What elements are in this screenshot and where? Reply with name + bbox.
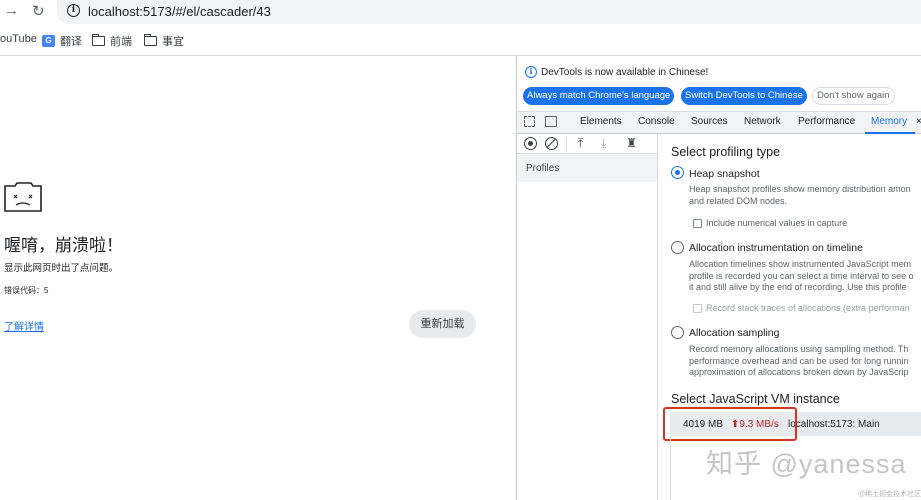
folder-icon [92, 34, 105, 46]
address-bar[interactable]: i localhost:5173/#/el/cascader/43 [57, 0, 921, 24]
record-stack-traces-label[interactable]: Record stack traces of allocations (extr… [706, 303, 910, 313]
heap-snapshot-description: Heap snapshot profiles show memory distr… [689, 184, 911, 206]
google-translate-icon: G [42, 35, 55, 47]
language-infobar: i DevTools is now available in Chinese! … [517, 56, 921, 112]
bookmark-folder-frontend[interactable]: 前端 [92, 33, 132, 49]
tab-network[interactable]: Network [744, 116, 781, 127]
match-language-button[interactable]: Always match Chrome's language [523, 87, 675, 105]
vm-target: localhost:5173: Main [788, 419, 880, 430]
clear-icon[interactable] [545, 137, 558, 150]
reload-button[interactable]: 重新加载 [409, 310, 476, 338]
toolbar-separator [566, 137, 567, 151]
crash-title: 喔唷，崩溃啦！ [4, 236, 123, 255]
site-info-icon[interactable]: i [67, 4, 80, 17]
bookmarks-bar: ouTube G 翻译 前端 事宜 [0, 28, 921, 50]
allocation-sampling-label[interactable]: Allocation sampling [689, 327, 779, 339]
profiles-header[interactable]: Profiles [517, 154, 657, 182]
heap-snapshot-label[interactable]: Heap snapshot [689, 168, 760, 180]
devtools-tabbar: Elements Console Sources Network Perform… [517, 112, 921, 134]
allocation-timeline-label[interactable]: Allocation instrumentation on timeline [689, 242, 863, 254]
crash-page: 喔唷，崩溃啦！ 显示此网页时出了点问题。 错误代码：5 了解详情 重新加载 [0, 56, 516, 500]
learn-more-link[interactable]: 了解详情 [4, 318, 44, 333]
tab-console[interactable]: Console [638, 116, 675, 127]
download-icon[interactable]: ⤓ [597, 137, 610, 150]
profiles-sidebar: Profiles [517, 154, 658, 500]
record-icon[interactable] [524, 137, 537, 150]
switch-chinese-button[interactable]: Switch DevTools to Chinese [681, 87, 807, 105]
bookmark-youtube[interactable]: ouTube [0, 33, 37, 45]
allocation-sampling-description: Record memory allocations using sampling… [689, 344, 909, 377]
radio-allocation-timeline[interactable] [671, 241, 684, 254]
record-stack-traces-checkbox[interactable] [693, 304, 702, 313]
close-panel-icon[interactable]: × [916, 116, 921, 127]
tab-memory[interactable]: Memory [871, 116, 907, 127]
crash-description: 显示此网页时出了点问题。 [4, 263, 119, 274]
reload-icon[interactable]: ↻ [32, 2, 45, 20]
inspect-element-icon[interactable] [524, 116, 535, 127]
allocation-timeline-description: Allocation timelines show instrumented J… [689, 259, 914, 292]
infobar-message: DevTools is now available in Chinese! [541, 67, 709, 78]
sad-tab-icon [4, 182, 42, 212]
browser-toolbar: → ↻ i localhost:5173/#/el/cascader/43 [0, 0, 921, 24]
radio-heap-snapshot[interactable] [671, 166, 684, 179]
collect-garbage-icon[interactable]: ♜ [625, 137, 638, 150]
profiling-type-title: Select profiling type [671, 145, 781, 159]
radio-allocation-sampling[interactable] [671, 326, 684, 339]
watermark-small: @稀土掘金技术社区 [858, 491, 921, 498]
arrow-left-icon[interactable]: → [4, 2, 19, 19]
url-text[interactable]: localhost:5173/#/el/cascader/43 [88, 4, 271, 19]
include-numerical-label[interactable]: Include numerical values in capture [706, 218, 847, 228]
device-toolbar-icon[interactable] [545, 116, 557, 127]
profiles-label: Profiles [526, 163, 560, 174]
tab-sources[interactable]: Sources [691, 116, 728, 127]
error-code: 错误代码：5 [4, 286, 49, 295]
memory-toolbar: ⤒ ⤓ ♜ [517, 134, 658, 154]
dont-show-again-button[interactable]: Don't show again [812, 87, 895, 105]
vm-list-border [670, 436, 671, 500]
highlight-box [663, 407, 797, 441]
vm-instance-title: Select JavaScript VM instance [671, 392, 840, 406]
tab-performance[interactable]: Performance [798, 116, 855, 127]
bookmark-translate[interactable]: G 翻译 [42, 33, 82, 49]
info-icon: i [525, 66, 537, 78]
tab-elements[interactable]: Elements [580, 116, 622, 127]
folder-icon [144, 34, 157, 46]
bookmark-folder-matters[interactable]: 事宜 [144, 33, 184, 49]
upload-icon[interactable]: ⤒ [574, 137, 587, 150]
include-numerical-checkbox[interactable] [693, 219, 702, 228]
watermark: 知乎 @yanessa [706, 449, 907, 479]
